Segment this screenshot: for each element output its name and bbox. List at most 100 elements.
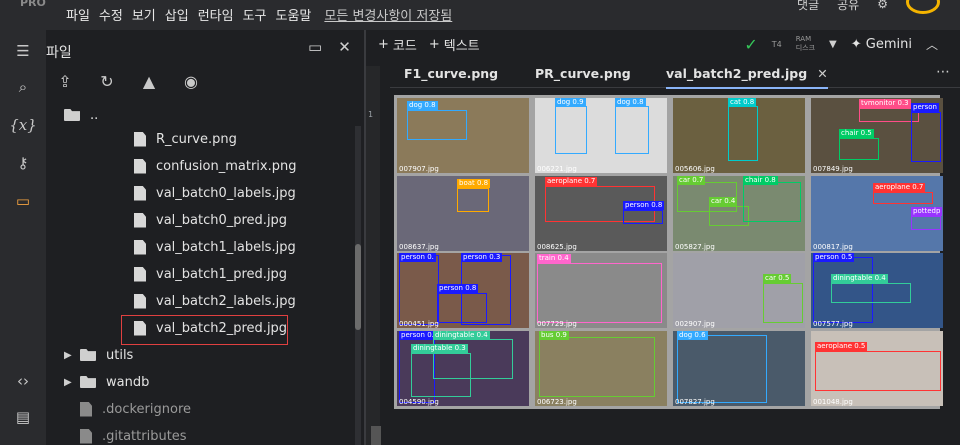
editor-area: + 코드 + 텍스트 ✓ T4 RAM 디스크 ▼ ✦ Gemini ︿ 1 F1_c… [366, 30, 960, 445]
menu-view[interactable]: 보기 [132, 5, 156, 24]
detection-label: dog 0.9 [555, 98, 586, 107]
grid-image-cell: tvmonitor 0.3 chair 0.5 person 007849.jpg [811, 98, 943, 173]
file-item[interactable]: .gitattributes [80, 423, 356, 445]
file-item[interactable]: R_curve.png [134, 126, 356, 152]
detection-box [831, 283, 911, 303]
detection-label: boat 0.8 [457, 178, 491, 188]
tab-val-batch2-pred[interactable]: val_batch2_pred.jpg ✕ [666, 66, 828, 89]
share-button[interactable]: 공유 [837, 0, 859, 13]
file-icon [134, 212, 146, 228]
folder-icon [80, 376, 96, 388]
menu-runtime[interactable]: 런타임 [198, 5, 234, 24]
plus-icon: + [428, 36, 440, 52]
folder-item[interactable]: ▶ wandb [64, 369, 356, 395]
grid-image-cell: train 0.4 007729.jpg [535, 253, 667, 328]
file-item[interactable]: val_batch2_labels.jpg [134, 288, 356, 314]
saved-status[interactable]: 모든 변경사항이 저장됨 [324, 5, 452, 24]
detection-box [399, 255, 439, 325]
gemini-button[interactable]: ✦ Gemini [851, 37, 912, 52]
more-options-icon[interactable]: ⋯ [936, 64, 950, 80]
file-icon [134, 158, 146, 174]
open-in-tab-icon[interactable]: ▭ [308, 38, 322, 56]
detection-label: person [911, 103, 939, 112]
folder-icon [80, 349, 96, 361]
file-toolbar: ⇪ ↻ ▲ ◉ [54, 70, 202, 92]
tab-pr-curve[interactable]: PR_curve.png [535, 66, 631, 81]
editor-scrollbar[interactable] [371, 426, 381, 445]
detection-box [555, 106, 587, 154]
parent-directory[interactable]: .. [64, 102, 356, 128]
detection-label: car 0.7 [677, 175, 706, 185]
menu-edit[interactable]: 수정 [99, 5, 123, 24]
detection-label: bus 0.9 [539, 330, 569, 340]
detection-box [457, 187, 489, 212]
image-filename: 008625.jpg [537, 242, 577, 251]
image-filename: 007907.jpg [399, 165, 439, 173]
chevron-down-icon[interactable]: ▼ [829, 39, 837, 50]
settings-gear-icon[interactable]: ⚙ [877, 0, 888, 11]
selection-outline [121, 315, 288, 345]
mount-drive-icon[interactable]: ▲ [138, 70, 160, 92]
detection-box [728, 106, 758, 161]
file-panel-scrollbar[interactable] [355, 126, 361, 445]
expand-arrow-icon[interactable]: ▶ [64, 350, 72, 361]
menu-insert[interactable]: 삽입 [165, 5, 189, 24]
file-item[interactable]: val_batch0_pred.jpg [134, 207, 356, 233]
top-bar: PRO 파일 수정 보기 삽입 런타임 도구 도움말 모든 변경사항이 저장됨 … [0, 0, 960, 30]
refresh-icon[interactable]: ↻ [96, 70, 118, 92]
file-name: R_curve.png [156, 131, 237, 147]
detection-label: dog 0.8 [615, 98, 646, 107]
menu-bar: 파일 수정 보기 삽입 런타임 도구 도움말 모든 변경사항이 저장됨 [66, 5, 452, 24]
menu-tools[interactable]: 도구 [243, 5, 267, 24]
detection-label: person 0.3 [461, 253, 503, 262]
line-number: 1 [368, 110, 374, 119]
expand-arrow-icon[interactable]: ▶ [64, 377, 72, 388]
detection-label: chair 0.5 [839, 129, 874, 138]
detection-label: car 0.4 [709, 196, 738, 206]
grid-image-cell: person 0. person 0.3 person 0.8 000451.jpg [397, 253, 529, 328]
grid-image-cell: cat 0.8 005606.jpg [673, 98, 805, 173]
show-hidden-eye-icon[interactable]: ◉ [180, 70, 202, 92]
menu-file[interactable]: 파일 [66, 5, 90, 24]
detection-box [539, 336, 655, 397]
scrollbar-thumb[interactable] [355, 244, 361, 330]
folder-item[interactable]: ▶ utils [64, 342, 356, 368]
avatar[interactable] [906, 0, 940, 14]
grid-image-cell: boat 0.8 008637.jpg [397, 175, 529, 251]
file-item[interactable]: val_batch1_pred.jpg [134, 261, 356, 287]
collapse-chevron-up-icon[interactable]: ︿ [926, 36, 938, 53]
file-icon [134, 266, 146, 282]
runtime-type[interactable]: T4 [772, 40, 782, 49]
add-text-button[interactable]: + 텍스트 [429, 35, 480, 54]
detection-label: chair 0.8 [743, 175, 778, 185]
image-filename: 007849.jpg [813, 165, 853, 173]
comment-button[interactable]: 댓글 [797, 0, 819, 13]
file-item[interactable]: val_batch1_labels.jpg [134, 234, 356, 260]
close-icon[interactable]: ✕ [338, 38, 351, 56]
detection-box [911, 112, 941, 162]
image-filename: 001048.jpg [813, 397, 853, 406]
close-tab-icon[interactable]: ✕ [817, 66, 827, 81]
grid-image-cell: car 0.5 002907.jpg [673, 253, 805, 328]
notebook-toolbar: + 코드 + 텍스트 ✓ T4 RAM 디스크 ▼ ✦ Gemini ︿ [366, 30, 960, 58]
file-icon [80, 401, 92, 417]
tab-f1-curve[interactable]: F1_curve.png [404, 66, 498, 81]
menu-help[interactable]: 도움말 [276, 5, 312, 24]
file-item[interactable]: confusion_matrix.png [134, 153, 356, 179]
upload-icon[interactable]: ⇪ [54, 70, 76, 92]
detection-box [407, 110, 467, 140]
grid-image-cell: aeroplane 0.5 001048.jpg [811, 330, 943, 406]
file-item[interactable]: val_batch0_labels.jpg [134, 180, 356, 206]
detection-label: dog 0.8 [407, 101, 438, 110]
detection-box [623, 209, 663, 224]
colab-logo[interactable]: PRO [14, 0, 50, 20]
detection-box [411, 352, 471, 397]
image-filename: 005606.jpg [675, 165, 715, 173]
top-right-actions: 댓글 공유 ⚙ [797, 0, 960, 16]
image-filename: 006221.jpg [537, 165, 577, 173]
image-filename: 000817.jpg [813, 242, 853, 251]
detection-label: train 0.4 [537, 254, 571, 263]
resource-monitor[interactable]: RAM 디스크 [796, 35, 815, 53]
add-code-button[interactable]: + 코드 [378, 35, 417, 54]
file-item[interactable]: .dockerignore [80, 396, 356, 422]
